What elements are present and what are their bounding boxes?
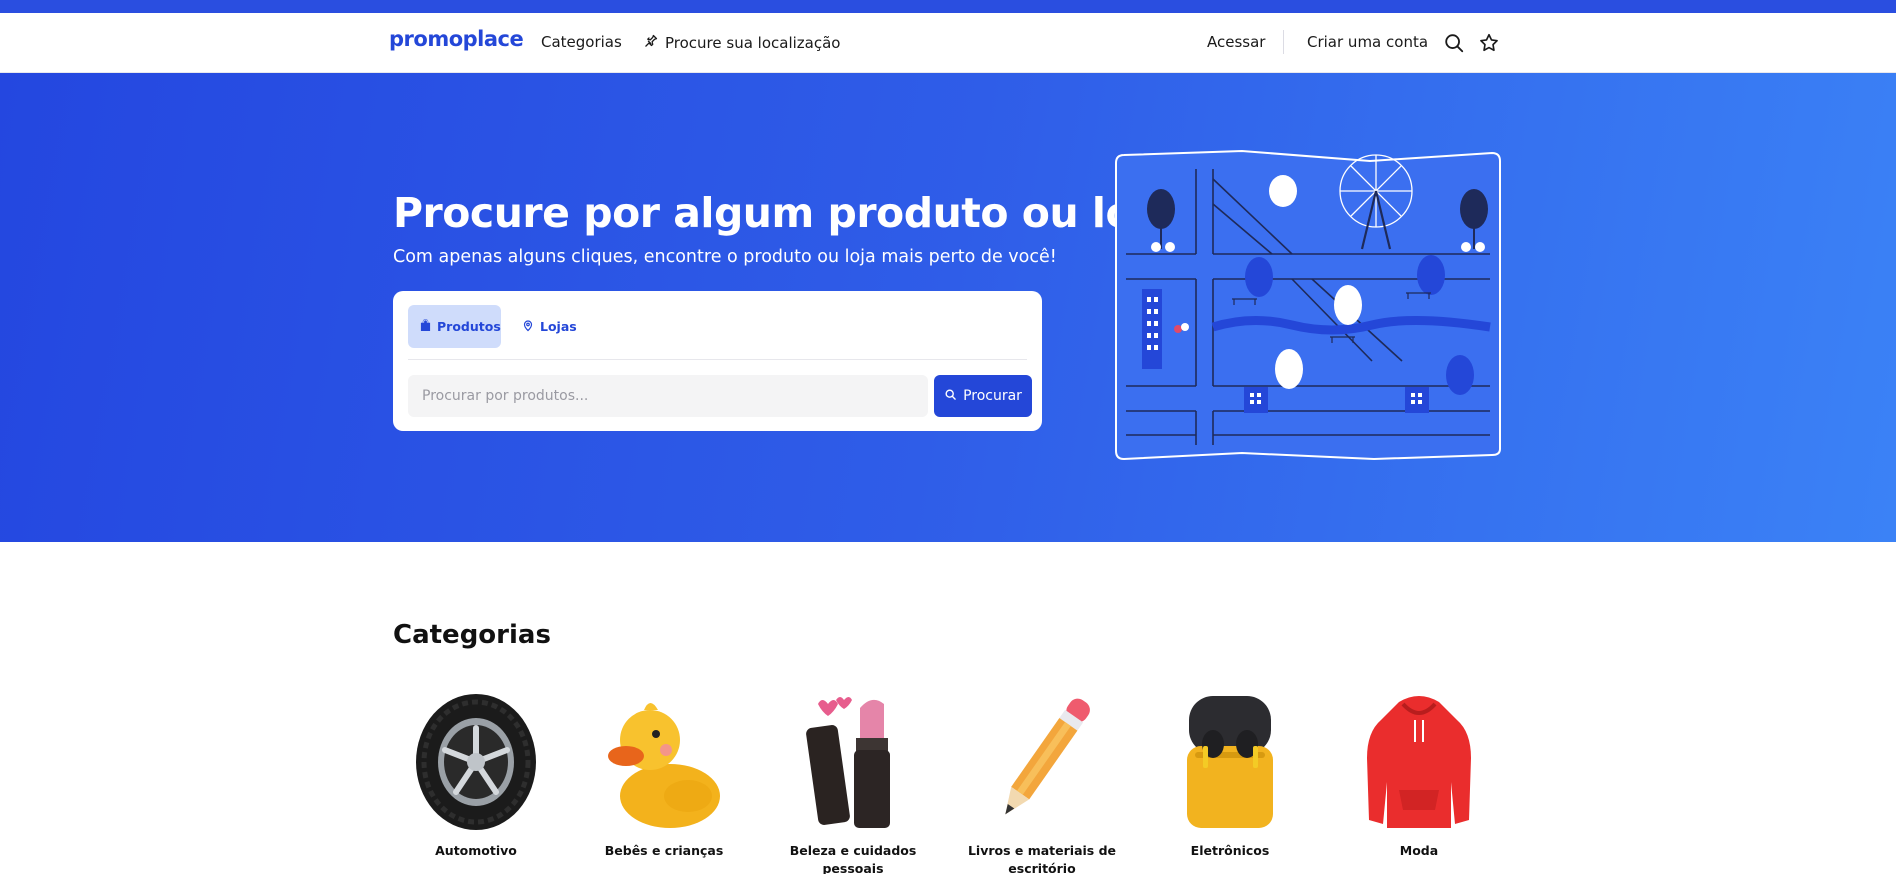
nav-location-label: Procure sua localização [665, 33, 841, 52]
category-card-automotivo[interactable]: Automotivo [391, 692, 561, 860]
category-label: Livros e materiais de escritório [967, 843, 1117, 874]
category-label: Beleza e cuidados pessoais [789, 843, 917, 874]
navbar: promoplace Categorias Procure sua locali… [0, 13, 1896, 73]
category-label: Bebês e crianças [604, 843, 724, 858]
category-card-beleza[interactable]: Beleza e cuidados pessoais [768, 692, 938, 874]
search-button-icon [944, 388, 957, 405]
brand-logo[interactable]: promoplace [389, 27, 524, 51]
category-label: Moda [1399, 843, 1439, 858]
rubber-duck-icon [599, 692, 729, 832]
search-card: Produtos Lojas Procurar [393, 291, 1042, 431]
tab-stores-label: Lojas [540, 319, 577, 334]
card-divider [408, 359, 1027, 360]
hero-section: Procure por algum produto ou loja Com ap… [0, 73, 1896, 542]
category-label: Eletrônicos [1190, 843, 1270, 858]
lipstick-icon [788, 692, 918, 832]
search-button[interactable]: Procurar [934, 375, 1032, 417]
categories-title: Categorias [393, 620, 551, 650]
product-search-input[interactable] [408, 375, 928, 417]
top-accent-strip [0, 0, 1896, 13]
earbuds-icon [1165, 692, 1295, 832]
category-card-bebes[interactable]: Bebês e crianças [579, 692, 749, 860]
pin-icon [644, 33, 659, 52]
signup-link[interactable]: Criar uma conta [1307, 33, 1428, 51]
favorites-star-icon[interactable] [1477, 31, 1501, 55]
tab-products[interactable]: Produtos [408, 305, 501, 348]
tire-icon [411, 692, 541, 832]
bag-icon [420, 319, 431, 334]
nav-location-link[interactable]: Procure sua localização [644, 33, 840, 52]
category-card-moda[interactable]: Moda [1334, 692, 1504, 860]
hero-subtitle: Com apenas alguns cliques, encontre o pr… [393, 247, 1057, 267]
tab-products-label: Produtos [437, 319, 501, 334]
nav-categories-link[interactable]: Categorias [541, 33, 622, 51]
category-label: Automotivo [435, 843, 517, 858]
login-link[interactable]: Acessar [1207, 33, 1265, 51]
map-pin-icon [522, 319, 534, 335]
city-map-illustration [1115, 149, 1501, 461]
search-button-label: Procurar [963, 388, 1022, 404]
category-card-eletronicos[interactable]: Eletrônicos [1145, 692, 1315, 860]
search-icon[interactable] [1442, 31, 1466, 55]
nav-divider [1283, 30, 1284, 54]
hoodie-icon [1354, 692, 1484, 832]
category-card-livros[interactable]: Livros e materiais de escritório [957, 692, 1127, 874]
pencil-icon [977, 692, 1107, 832]
tab-stores[interactable]: Lojas [510, 305, 589, 348]
hero-title: Procure por algum produto ou loja [393, 189, 1174, 237]
